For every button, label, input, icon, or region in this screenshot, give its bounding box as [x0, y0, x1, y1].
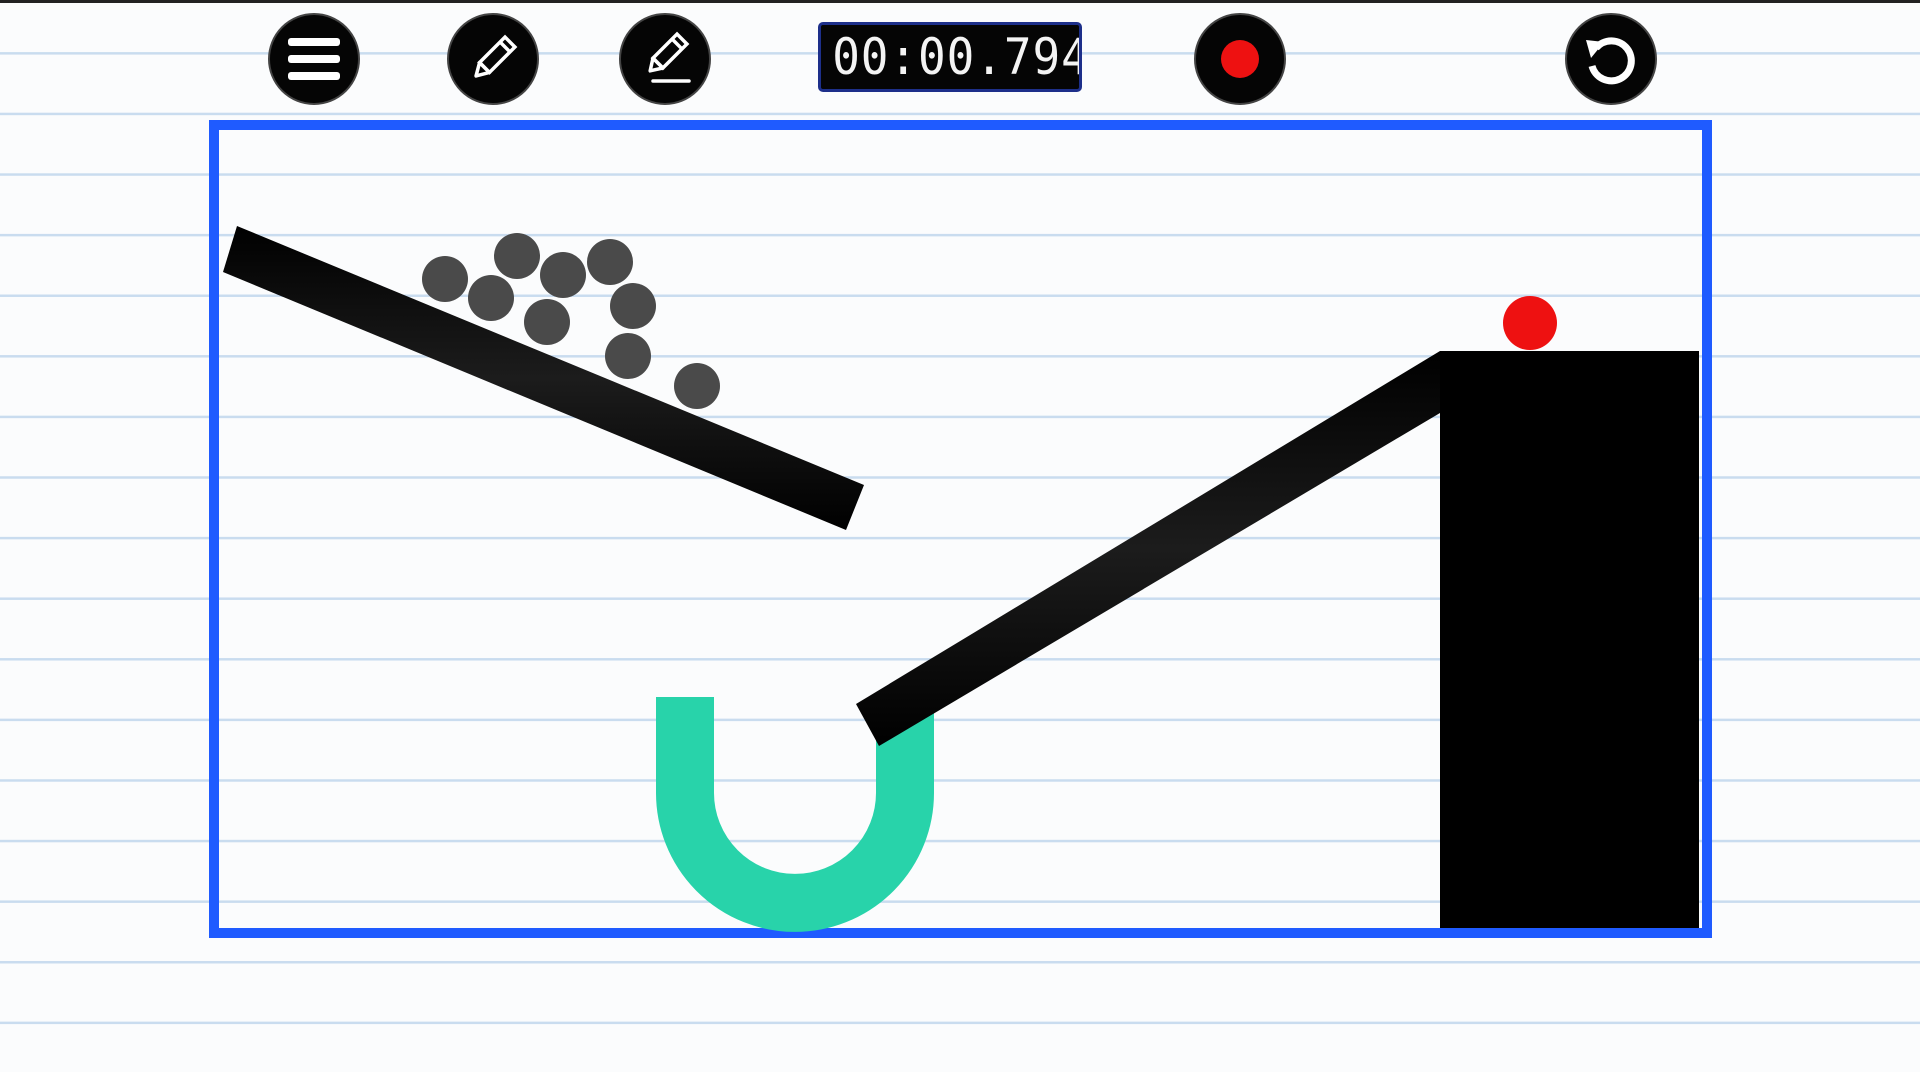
- tower-block: [1440, 351, 1699, 928]
- gray-ball: [674, 363, 720, 409]
- gray-ball: [468, 275, 514, 321]
- gray-ball: [494, 233, 540, 279]
- game-screen: 00:00.794: [0, 0, 1920, 1072]
- gray-ball: [422, 256, 468, 302]
- red-target-ball: [1503, 296, 1557, 350]
- gray-ball: [524, 299, 570, 345]
- slanted-ramp-plank: [856, 351, 1440, 746]
- game-field: [209, 120, 1712, 938]
- gray-ball: [610, 283, 656, 329]
- gray-ball: [587, 239, 633, 285]
- gray-ball: [605, 333, 651, 379]
- gray-ball: [540, 252, 586, 298]
